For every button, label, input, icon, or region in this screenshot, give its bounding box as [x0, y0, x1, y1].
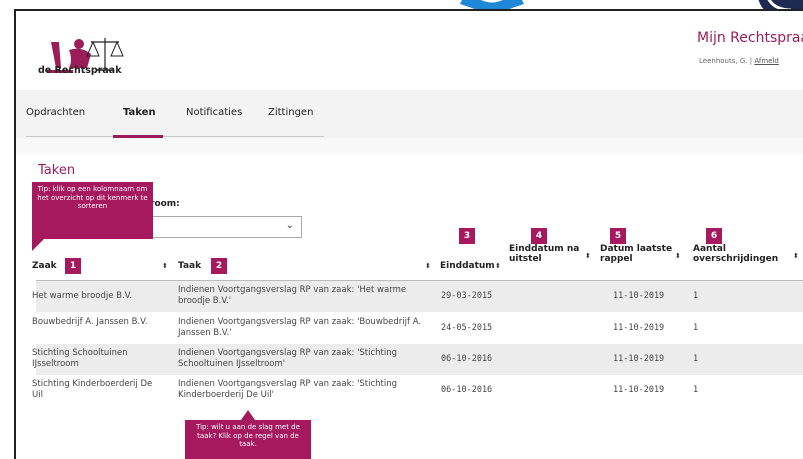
cell-datum-rappel: 11-10-2019: [613, 385, 665, 395]
table-row[interactable]: Het warme broodje B.V. Indienen Voortgan…: [32, 281, 803, 312]
table-row[interactable]: Bouwbedrijf A. Janssen B.V. Indienen Voo…: [32, 313, 803, 344]
column-header-zaak[interactable]: Zaak: [32, 261, 57, 271]
section-band: [16, 138, 803, 154]
sort-icon[interactable]: ⬍: [793, 252, 799, 260]
table-row[interactable]: Stichting Kinderboerderij De Uil Indiene…: [32, 375, 803, 406]
badge-taak: 2: [211, 258, 227, 274]
app-frame: de Rechtspraak Mijn Rechtspraa Leenhouts…: [14, 9, 803, 459]
cell-overschrijdingen: 1: [693, 385, 699, 395]
tab-notificaties[interactable]: Notificaties: [186, 107, 242, 118]
sort-icon[interactable]: ⬍: [585, 252, 591, 260]
cell-taak: Indienen Voortgangsverslag RP van zaak: …: [178, 285, 407, 306]
cell-zaak: Bouwbedrijf A. Janssen B.V.: [32, 317, 148, 327]
sort-icon[interactable]: ⬍: [162, 262, 168, 270]
column-header-datum-rappel[interactable]: Datum laatste rappel: [600, 244, 676, 264]
row-tip-callout: Tip: wilt u aan de slag met de taak? Kli…: [185, 410, 311, 459]
site-header: de Rechtspraak Mijn Rechtspraa Leenhouts…: [16, 11, 803, 91]
badge-datum-rappel: 5: [610, 228, 626, 244]
chevron-down-icon: ⌄: [285, 220, 294, 231]
logout-link[interactable]: Afmeld: [754, 57, 779, 65]
cell-einddatum: 29-03-2015: [441, 291, 493, 301]
cell-taak: Indienen Voortgangsverslag RP van zaak: …: [178, 348, 398, 369]
cell-overschrijdingen: 1: [693, 291, 699, 301]
logo-text: de Rechtspraak: [38, 65, 122, 76]
badge-zaak: 1: [65, 258, 81, 274]
tab-opdrachten[interactable]: Opdrachten: [26, 107, 85, 118]
sort-tip-callout: Tip: klik op een kolomnaam om het overzi…: [32, 182, 153, 251]
column-header-einddatum[interactable]: Einddatum: [440, 261, 495, 271]
user-separator: |: [749, 57, 753, 65]
cell-overschrijdingen: 1: [693, 354, 699, 364]
cell-datum-rappel: 11-10-2019: [613, 291, 665, 301]
filter-label: room:: [150, 199, 180, 209]
cell-einddatum: 24-05-2015: [441, 323, 493, 333]
badge-einddatum-uitstel: 4: [531, 228, 547, 244]
cell-taak: Indienen Voortgangsverslag RP van zaak: …: [178, 317, 422, 338]
cell-zaak: Het warme broodje B.V.: [32, 291, 133, 301]
main-nav: Opdrachten Taken Notificaties Zittingen: [16, 90, 803, 138]
cell-datum-rappel: 11-10-2019: [613, 354, 665, 364]
column-header-overschrijdingen[interactable]: Aantal overschrijdingen: [693, 244, 789, 264]
badge-einddatum: 3: [459, 228, 475, 244]
site-title[interactable]: Mijn Rechtspraa: [697, 30, 803, 46]
cell-datum-rappel: 11-10-2019: [613, 323, 665, 333]
column-header-einddatum-uitstel[interactable]: Einddatum na uitstel: [509, 244, 581, 264]
cell-einddatum: 06-10-2016: [441, 354, 493, 364]
badge-overschrijdingen: 6: [706, 228, 722, 244]
tab-taken[interactable]: Taken: [123, 107, 156, 118]
cell-zaak: Stichting Schooltuinen IJsseltroom: [32, 348, 128, 369]
sort-icon[interactable]: ⬍: [495, 262, 501, 270]
table-row[interactable]: Stichting Schooltuinen IJsseltroom Indie…: [32, 344, 803, 375]
cell-zaak: Stichting Kinderboerderij De Uil: [32, 379, 153, 400]
user-info: Leenhouts, G. | Afmeld: [699, 57, 779, 65]
cell-einddatum: 06-10-2016: [441, 385, 493, 395]
user-name: Leenhouts, G.: [699, 57, 748, 65]
cell-overschrijdingen: 1: [693, 323, 699, 333]
tab-zittingen[interactable]: Zittingen: [268, 107, 313, 118]
sort-icon[interactable]: ⬍: [425, 262, 431, 270]
sort-icon[interactable]: ⬍: [675, 252, 681, 260]
cell-taak: Indienen Voortgangsverslag RP van zaak: …: [178, 379, 398, 400]
page-title: Taken: [38, 163, 76, 178]
column-header-taak[interactable]: Taak: [178, 261, 201, 271]
nav-underline: [26, 136, 324, 137]
